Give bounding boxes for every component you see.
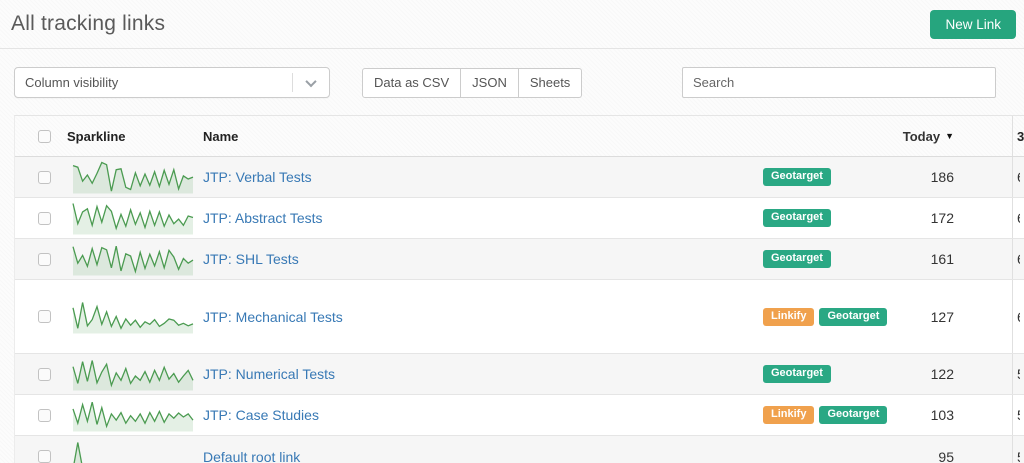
today-count: 161 (873, 251, 1012, 267)
link-name[interactable]: JTP: SHL Tests (203, 251, 299, 267)
sparkline-chart (71, 298, 196, 336)
sheets-button[interactable]: Sheets (519, 68, 582, 98)
today-count: 122 (873, 366, 1012, 382)
thirty-day-count-clipped: 5 (1017, 407, 1020, 423)
column-header-name[interactable]: Name (203, 129, 763, 144)
dropdown-caret-box (292, 73, 329, 92)
row-checkbox[interactable] (38, 409, 51, 422)
tracking-links-table: Sparkline Name Today ▼ 30 days JTP: Verb… (14, 115, 1024, 463)
thirty-day-count-clipped: 5 (1017, 449, 1020, 463)
sparkline-chart (71, 199, 196, 237)
row-checkbox[interactable] (38, 212, 51, 225)
column-visibility-dropdown[interactable]: Column visibility (14, 67, 330, 98)
table-row: JTP: Case StudiesLinkifyGeotarget1035 (15, 395, 1024, 436)
geotarget-badge: Geotarget (763, 250, 831, 268)
sparkline-chart (71, 396, 196, 434)
thirty-day-count-clipped: 6 (1017, 210, 1020, 226)
link-name[interactable]: Default root link (203, 449, 300, 463)
table-row: JTP: Abstract Tests Geotarget 172 6 (15, 198, 1024, 239)
today-count: 103 (873, 407, 1012, 423)
linkify-badge: Linkify (763, 406, 814, 424)
export-button-group: Data as CSV JSON Sheets (362, 68, 582, 98)
table-row: JTP: Verbal Tests Geotarget 186 6 (15, 157, 1024, 198)
sparkline-chart (71, 240, 196, 278)
today-count: 127 (873, 309, 1012, 325)
column-header-30-days[interactable]: 30 days (1012, 116, 1024, 156)
column-visibility-label: Column visibility (15, 75, 292, 90)
geotarget-badge: Geotarget (763, 365, 831, 383)
link-name[interactable]: JTP: Numerical Tests (203, 366, 335, 382)
row-checkbox[interactable] (38, 171, 51, 184)
thirty-day-count-clipped: 5 (1017, 366, 1020, 382)
sparkline-chart (71, 355, 196, 393)
row-checkbox[interactable] (38, 368, 51, 381)
table-row: JTP: Mechanical TestsLinkifyGeotarget127… (15, 280, 1024, 354)
link-name[interactable]: JTP: Mechanical Tests (203, 309, 343, 325)
today-header-label: Today (903, 129, 940, 144)
new-link-button[interactable]: New Link (930, 10, 1016, 39)
column-header-sparkline: Sparkline (63, 129, 203, 144)
today-count: 172 (873, 210, 1012, 226)
today-count: 186 (873, 169, 1012, 185)
row-checkbox[interactable] (38, 253, 51, 266)
row-checkbox[interactable] (38, 310, 51, 323)
sort-descending-icon: ▼ (945, 131, 954, 141)
table-row: Default root link 95 5 (15, 436, 1024, 463)
table-body: JTP: Verbal TestsGeotarget1866JTP: Abstr… (15, 157, 1024, 463)
sparkline-chart (71, 158, 196, 196)
thirty-day-count-clipped: 6 (1017, 251, 1020, 267)
table-header-row: Sparkline Name Today ▼ 30 days (15, 116, 1024, 157)
sparkline-chart (71, 438, 196, 463)
search-input[interactable] (682, 67, 996, 98)
table-row: JTP: Numerical Tests Geotarget 122 5 (15, 354, 1024, 395)
chevron-down-icon (305, 75, 316, 86)
data-as-csv-button[interactable]: Data as CSV (362, 68, 461, 98)
thirty-day-count-clipped: 6 (1017, 309, 1020, 325)
page-header: All tracking links New Link (0, 0, 1024, 49)
page-title: All tracking links (11, 12, 165, 36)
select-all-checkbox[interactable] (38, 130, 51, 143)
link-name[interactable]: JTP: Verbal Tests (203, 169, 312, 185)
link-name[interactable]: JTP: Abstract Tests (203, 210, 323, 226)
toolbar: Column visibility Data as CSV JSON Sheet… (14, 67, 1010, 98)
thirty-day-count-clipped: 6 (1017, 169, 1020, 185)
row-checkbox[interactable] (38, 450, 51, 463)
table-row: JTP: SHL Tests Geotarget 161 6 (15, 239, 1024, 280)
json-button[interactable]: JSON (461, 68, 519, 98)
geotarget-badge: Geotarget (763, 168, 831, 186)
today-count: 95 (873, 449, 1012, 463)
link-name[interactable]: JTP: Case Studies (203, 407, 319, 423)
column-header-today[interactable]: Today ▼ (873, 129, 1012, 144)
geotarget-badge: Geotarget (763, 209, 831, 227)
linkify-badge: Linkify (763, 308, 814, 326)
